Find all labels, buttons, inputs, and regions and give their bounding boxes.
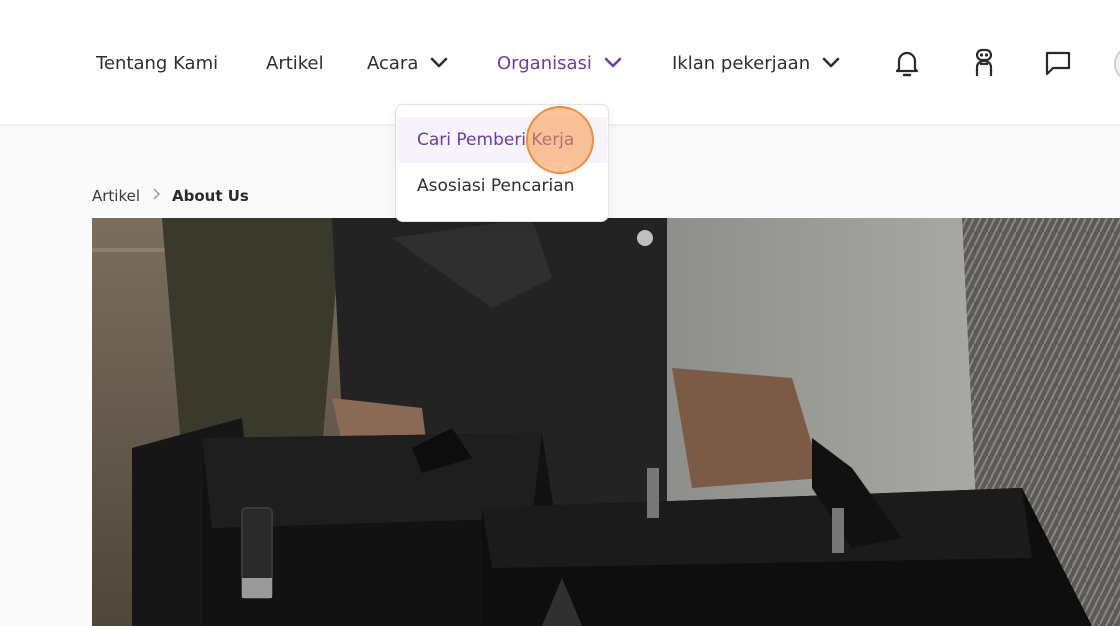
nav-label: Acara xyxy=(367,52,419,74)
breadcrumb-parent-link[interactable]: Artikel xyxy=(92,187,140,205)
nav-label: Iklan pekerjaan xyxy=(672,52,811,74)
dropdown-item-cari-pemberi-kerja[interactable]: Cari Pemberi Kerja xyxy=(397,117,607,163)
breadcrumb: Artikel About Us xyxy=(92,187,249,205)
nav-artikel[interactable]: Artikel xyxy=(266,50,324,76)
hero-image xyxy=(92,218,1120,626)
chevron-down-icon xyxy=(430,57,448,69)
nav-label: Artikel xyxy=(266,52,324,74)
robot-icon[interactable] xyxy=(966,44,1002,82)
nav-label: Tentang Kami xyxy=(96,52,219,74)
nav-tentang-kami[interactable]: Tentang Kami xyxy=(96,50,218,76)
nav-acara[interactable]: Acara xyxy=(367,50,448,76)
chevron-right-icon xyxy=(152,188,161,204)
nav-label: Organisasi xyxy=(497,52,592,74)
avatar[interactable] xyxy=(1114,46,1120,82)
bell-icon[interactable] xyxy=(889,44,925,82)
chat-icon[interactable] xyxy=(1040,44,1076,82)
organisasi-dropdown-menu: Cari Pemberi Kerja Asosiasi Pencarian xyxy=(395,104,609,222)
chevron-down-icon xyxy=(822,57,840,69)
dropdown-item-asosiasi-pencarian[interactable]: Asosiasi Pencarian xyxy=(397,163,607,209)
chevron-down-icon xyxy=(604,57,622,69)
breadcrumb-current: About Us xyxy=(172,187,249,205)
nav-iklan-pekerjaan[interactable]: Iklan pekerjaan xyxy=(672,50,840,76)
nav-organisasi[interactable]: Organisasi xyxy=(497,50,622,76)
